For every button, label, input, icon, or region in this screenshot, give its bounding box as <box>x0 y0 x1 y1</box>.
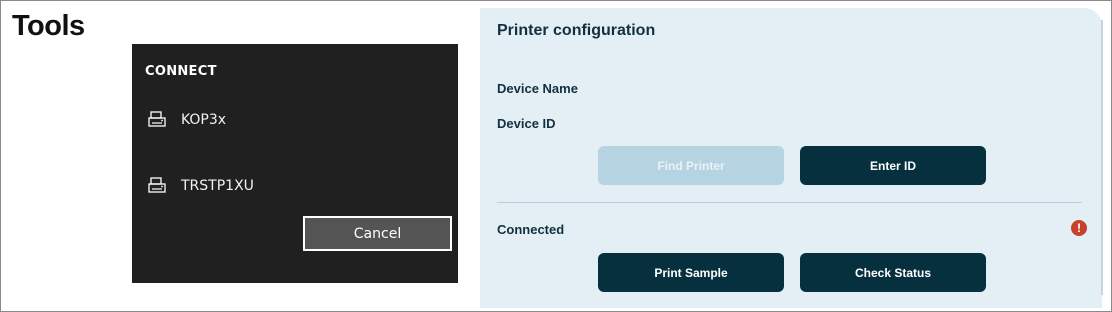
device-name: KOP3x <box>181 112 227 128</box>
device-item-trstp1xu[interactable]: TRSTP1XU <box>132 166 458 206</box>
printer-configuration-panel: Printer configuration Device Name Device… <box>480 8 1102 308</box>
device-id-label: Device ID <box>497 116 556 131</box>
printer-icon <box>148 177 166 193</box>
find-printer-button[interactable]: Find Printer <box>598 146 784 185</box>
panel-edge <box>1101 20 1103 295</box>
connect-flyout: CONNECT KOP3x TRSTP1XU Cancel <box>132 44 458 283</box>
alert-icon: ! <box>1071 220 1087 236</box>
section-divider <box>497 202 1082 203</box>
device-name: TRSTP1XU <box>181 178 254 194</box>
check-status-button[interactable]: Check Status <box>800 253 986 292</box>
device-item-kop3x[interactable]: KOP3x <box>132 100 458 140</box>
enter-id-button[interactable]: Enter ID <box>800 146 986 185</box>
connect-heading: CONNECT <box>145 64 217 79</box>
connected-label: Connected <box>497 222 565 237</box>
device-name-label: Device Name <box>497 81 578 96</box>
print-sample-button[interactable]: Print Sample <box>598 253 784 292</box>
cancel-button[interactable]: Cancel <box>303 216 452 251</box>
printer-icon <box>148 111 166 127</box>
page-title: Tools <box>12 10 85 42</box>
config-title: Printer configuration <box>497 22 656 39</box>
